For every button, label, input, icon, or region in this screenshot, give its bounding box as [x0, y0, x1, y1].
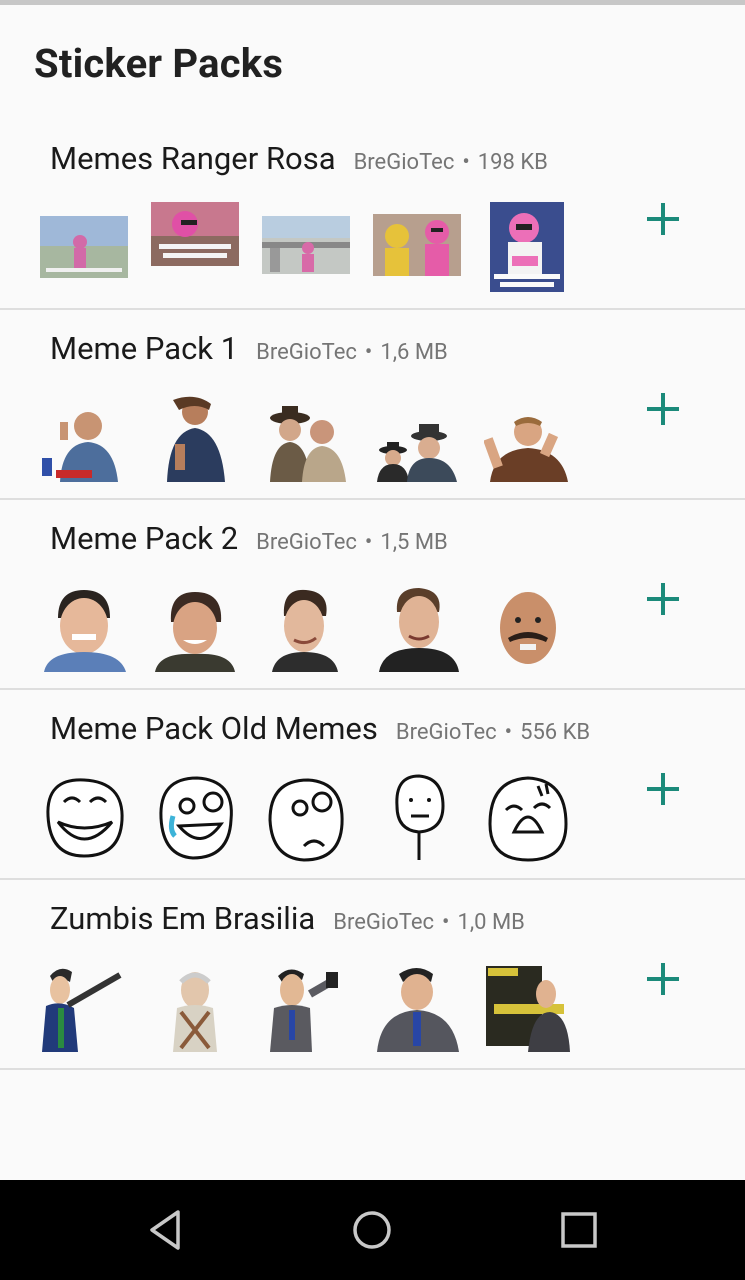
sticker-previews [40, 772, 580, 864]
separator-dot: • [364, 340, 373, 365]
home-icon[interactable] [350, 1208, 394, 1252]
back-icon[interactable] [144, 1208, 188, 1252]
recents-icon[interactable] [557, 1208, 601, 1252]
add-to-whatsapp-button[interactable] [642, 388, 684, 430]
status-bar-edge [0, 0, 745, 5]
pack-header: Meme Pack Old Memes BreGioTec • 556 KB [50, 710, 590, 747]
troll-face-sticker-icon [40, 772, 128, 862]
pack-name: Zumbis Em Brasilia [50, 900, 316, 937]
navigation-bar [0, 1180, 745, 1280]
smirking-face-sticker-icon [262, 582, 350, 672]
bald-mustache-face-sticker-icon [484, 582, 572, 672]
pack-name: Meme Pack Old Memes [50, 710, 378, 747]
cartoon-man-rifle-sticker-icon [40, 962, 128, 1052]
pack-size: 1,0 MB [457, 910, 525, 935]
sticker-previews [40, 962, 580, 1054]
pack-author: BreGioTec [256, 530, 357, 555]
grimacing-face-sticker-icon [40, 582, 128, 672]
pink-ranger-sticker-icon [490, 202, 564, 292]
fuuu-rage-face-sticker-icon [484, 772, 572, 862]
pack-name: Memes Ranger Rosa [50, 140, 336, 177]
sticker-pack-item[interactable]: Meme Pack 2 BreGioTec • 1,5 MB [0, 500, 745, 690]
pack-meta: BreGioTec • 198 KB [354, 150, 548, 175]
pack-meta: BreGioTec • 556 KB [396, 720, 590, 745]
pack-meta: BreGioTec • 1,5 MB [256, 530, 448, 555]
pack-author: BreGioTec [353, 150, 455, 175]
sticker-pack-item[interactable]: Zumbis Em Brasilia BreGioTec • 1,0 MB [0, 880, 745, 1070]
add-to-whatsapp-button[interactable] [642, 578, 684, 620]
page-title: Sticker Packs [34, 40, 284, 87]
pack-size: 1,6 MB [380, 340, 448, 365]
pack-header: Zumbis Em Brasilia BreGioTec • 1,0 MB [50, 900, 525, 937]
pack-name: Meme Pack 1 [50, 330, 239, 367]
add-to-whatsapp-button[interactable] [642, 958, 684, 1000]
pack-size: 556 KB [520, 720, 591, 745]
separator-dot: • [364, 530, 373, 555]
pack-author: BreGioTec [333, 910, 435, 935]
separator-dot: • [462, 150, 470, 175]
two-men-hats-sticker-icon [373, 392, 461, 482]
cartoon-man-suit-sticker-icon [373, 962, 461, 1052]
pack-header: Meme Pack 1 BreGioTec • 1,6 MB [50, 330, 448, 367]
pack-meta: BreGioTec • 1,6 MB [256, 340, 448, 365]
cartoon-old-man-sticker-icon [151, 962, 239, 1052]
pack-meta: BreGioTec • 1,0 MB [333, 910, 525, 935]
cartoon-man-suit-sticker-icon [262, 962, 350, 1052]
separator-dot: • [504, 720, 513, 745]
pink-ranger-sticker-icon [262, 202, 350, 292]
pack-header: Meme Pack 2 BreGioTec • 1,5 MB [50, 520, 448, 557]
pack-size: 198 KB [477, 150, 548, 175]
pink-ranger-sticker-icon [40, 202, 128, 292]
sticker-previews [40, 582, 580, 674]
yellow-and-pink-ranger-sticker-icon [373, 202, 461, 292]
man-raising-glass-sticker-icon [484, 392, 572, 482]
pink-ranger-sticker-icon [151, 202, 239, 292]
sticker-pack-list: Memes Ranger Rosa BreGioTec • 198 KB Mem… [0, 120, 745, 1070]
chuck-norris-sticker-icon [151, 392, 239, 482]
sticker-previews [40, 392, 580, 484]
add-to-whatsapp-button[interactable] [642, 768, 684, 810]
pack-author: BreGioTec [395, 720, 497, 745]
pack-author: BreGioTec [256, 340, 357, 365]
sticker-pack-item[interactable]: Memes Ranger Rosa BreGioTec • 198 KB [0, 120, 745, 310]
concentrated-rage-face-sticker-icon [262, 772, 350, 862]
pack-name: Meme Pack 2 [50, 520, 239, 557]
crying-laughing-rage-face-sticker-icon [151, 772, 239, 862]
add-to-whatsapp-button[interactable] [642, 198, 684, 240]
squinting-face-sticker-icon [373, 582, 461, 672]
poker-face-sticker-icon [373, 772, 461, 862]
sticker-pack-item[interactable]: Meme Pack 1 BreGioTec • 1,6 MB [0, 310, 745, 500]
two-men-hats-sticker-icon [262, 392, 350, 482]
separator-dot: • [442, 910, 450, 935]
pack-size: 1,5 MB [380, 530, 448, 555]
sticker-pack-item[interactable]: Meme Pack Old Memes BreGioTec • 556 KB [0, 690, 745, 880]
sticker-previews [40, 202, 580, 294]
pack-header: Memes Ranger Rosa BreGioTec • 198 KB [50, 140, 548, 177]
chuck-norris-thumbs-up-sticker-icon [40, 392, 128, 482]
cartoon-man-sign-sticker-icon [484, 962, 572, 1052]
grinning-face-sticker-icon [151, 582, 239, 672]
